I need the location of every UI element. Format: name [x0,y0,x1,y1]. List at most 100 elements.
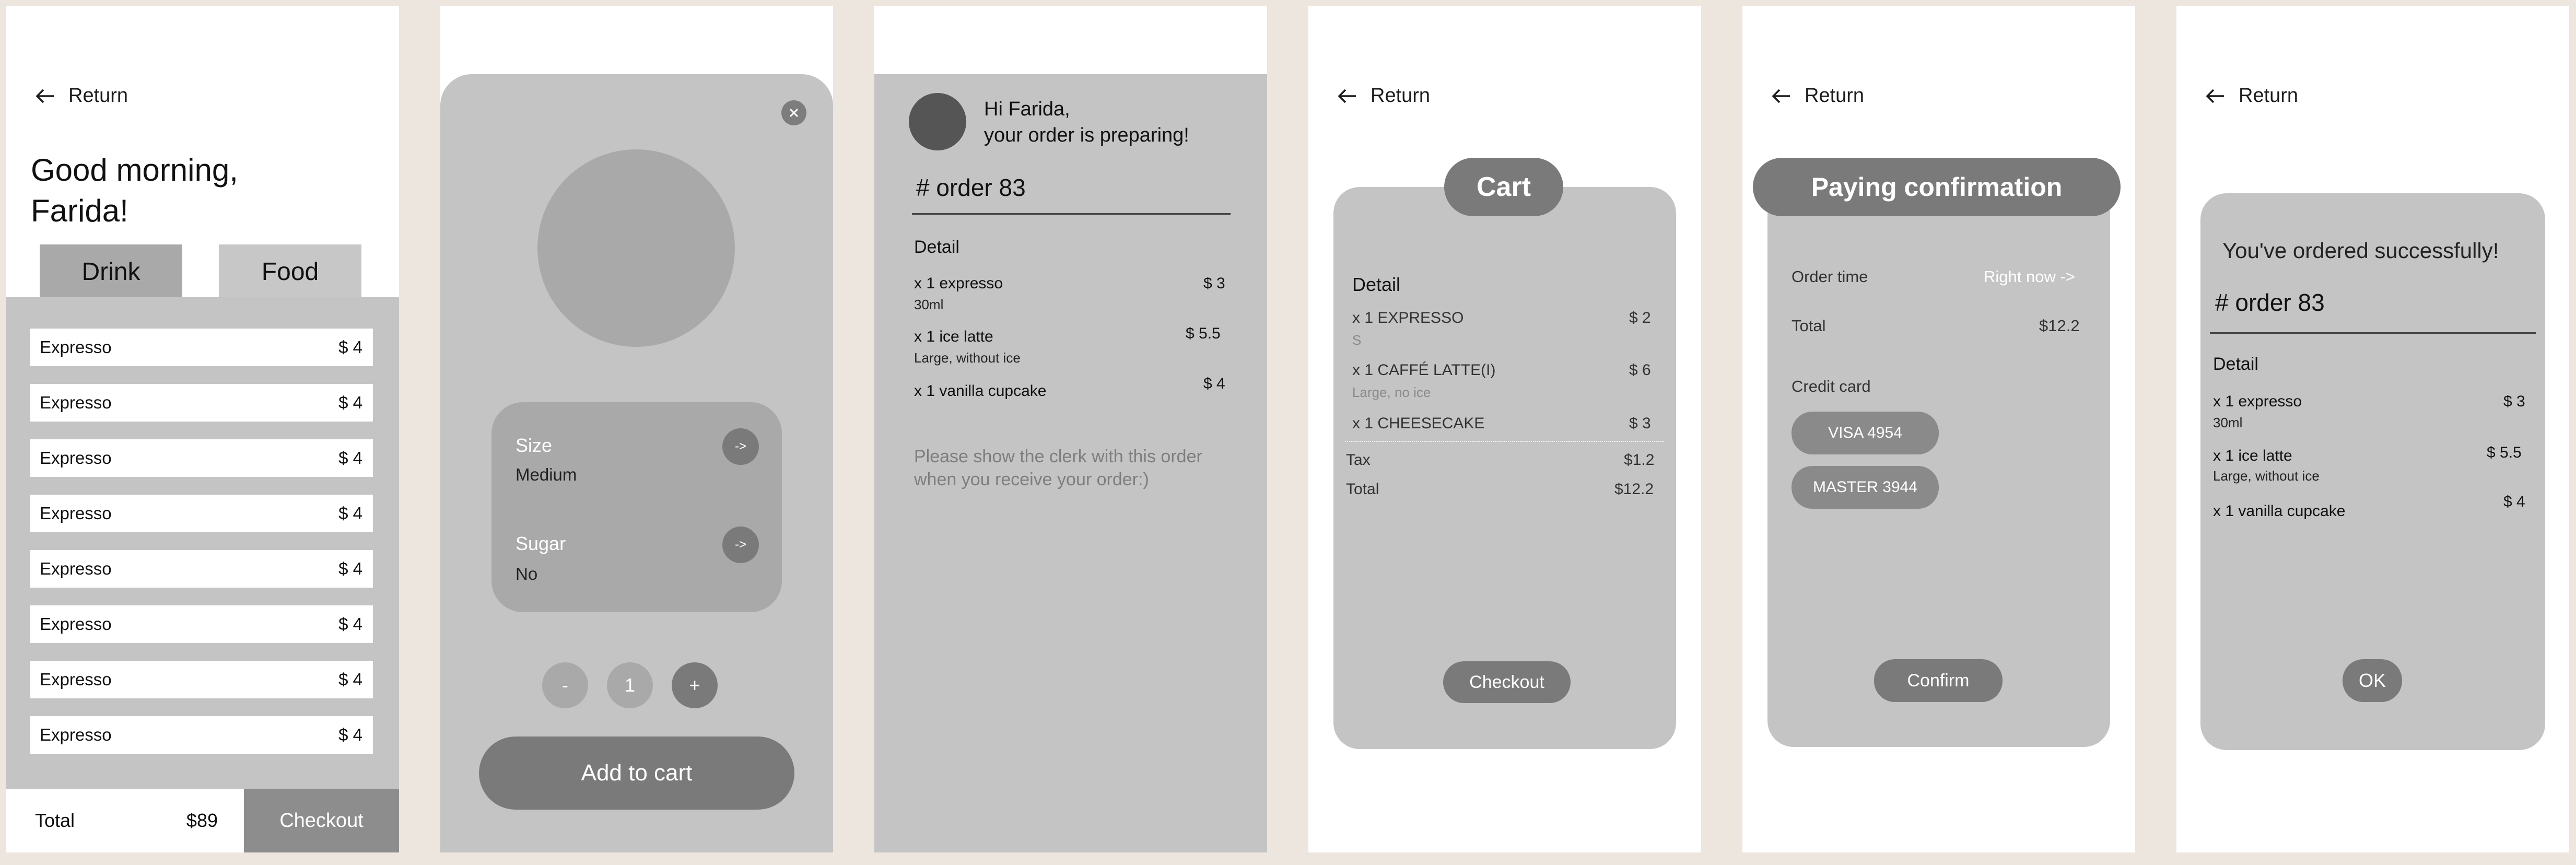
divider [2210,332,2536,334]
detail-label: Detail [2213,354,2258,374]
menu-list: Expresso $ 4 Expresso $ 4 Expresso $ 4 Expr… [6,297,399,789]
total-row: Total $89 [6,789,244,852]
item-name: Expresso [40,614,112,634]
checkout-button[interactable]: Checkout [244,789,399,852]
item-name: x 1 ice latte [2213,447,2292,464]
item-price: $ 4 [338,337,362,357]
confirm-button[interactable]: Confirm [1874,659,2003,702]
list-item[interactable]: Expresso $ 4 [30,384,373,422]
arrow-left-icon [1338,89,1356,103]
list-item[interactable]: Expresso $ 4 [30,661,373,698]
arrow-left-icon [2206,89,2224,103]
list-item[interactable]: Expresso $ 4 [30,605,373,643]
total-label: Total [35,810,75,831]
greeting-line1: Hi Farida, [984,98,1070,120]
item-name: Expresso [40,504,112,523]
item-price: $ 4 [338,614,362,634]
return-label: Return [1805,85,1865,107]
list-item[interactable]: Expresso $ 4 [30,716,373,754]
return-label: Return [2239,85,2299,107]
cart-screen: Return Cart Detail x 1 EXPRESSO S $ 2 x … [1308,6,1701,852]
sugar-arrow-button[interactable]: -> [722,527,759,563]
return-label: Return [68,85,128,107]
item-price: $ 2 [1629,309,1651,326]
order-time-link[interactable]: Right now -> [1984,267,2075,286]
detail-label: Detail [1352,274,1401,295]
list-item[interactable]: Expresso $ 4 [30,439,373,477]
ok-button[interactable]: OK [2343,659,2402,702]
payment-screen: Return Paying confirmation Order time Ri… [1742,6,2135,852]
item-name: x 1 CHEESECAKE [1352,415,1485,432]
sugar-value: No [516,564,538,583]
item-price: $ 5.5 [2487,444,2522,461]
total-label: Total [1792,317,1826,335]
order-title: # order 83 [2215,289,2325,316]
success-message: You've ordered successfully! [2222,238,2499,263]
order-time-label: Order time [1792,267,1868,286]
total-label: Total [1346,481,1379,498]
item-price: $ 3 [2503,393,2525,410]
divider [1345,441,1664,442]
item-price: $ 4 [338,559,362,578]
order-success-screen: Return You've ordered successfully! # or… [2176,6,2569,852]
item-name: Expresso [40,670,112,689]
item-price: $ 4 [338,448,362,467]
divider [912,213,1231,215]
payment-title: Paying confirmation [1753,158,2121,216]
item-price: $ 3 [1629,415,1651,432]
total-value: $12.2 [2039,317,2080,335]
item-price: $ 4 [2503,493,2525,510]
item-name: x 1 EXPRESSO [1352,309,1464,326]
item-note: S [1352,332,1362,348]
item-name: x 1 CAFFÉ LATTE(I) [1352,361,1496,379]
item-name: Expresso [40,393,112,412]
list-item[interactable]: Expresso $ 4 [30,329,373,366]
order-title: # order 83 [916,174,1026,201]
item-price: $ 4 [1203,375,1225,392]
tax-label: Tax [1346,451,1371,469]
total-value: $12.2 [1614,481,1654,498]
card-option-master[interactable]: MASTER 3944 [1792,466,1939,509]
size-label: Size [516,435,553,456]
size-arrow-button[interactable]: -> [722,428,759,465]
greeting: Good morning, Farida! [31,153,238,228]
item-price: $ 4 [338,393,362,412]
item-name: x 1 expresso [914,275,1003,292]
tax-value: $1.2 [1624,451,1655,469]
arrow-left-icon [1772,89,1790,103]
tab-food[interactable]: Food [219,244,361,299]
item-price: $ 4 [338,670,362,689]
item-price: $ 4 [338,504,362,523]
add-to-cart-button[interactable]: Add to cart [479,737,794,810]
decrease-button[interactable]: - [542,662,588,708]
credit-card-label: Credit card [1792,377,1871,395]
list-item[interactable]: Expresso $ 4 [30,495,373,532]
greeting-line2: your order is preparing! [984,124,1189,146]
return-button[interactable]: Return [2205,85,2298,107]
clerk-message: Please show the clerk with this order wh… [914,447,1202,489]
product-screen: Size Medium -> Sugar No -> - 1 + Add to … [440,6,833,852]
item-price: $ 5.5 [1186,325,1221,342]
top-strip [874,6,1267,74]
quantity-value: 1 [607,662,653,708]
return-button[interactable]: Return [1771,85,1864,107]
card-option-visa[interactable]: VISA 4954 [1792,412,1939,454]
return-button[interactable]: Return [35,85,128,107]
item-name: x 1 vanilla cupcake [2213,502,2346,520]
close-icon[interactable] [781,100,806,125]
sugar-label: Sugar [516,533,566,554]
list-item[interactable]: Expresso $ 4 [30,550,373,588]
item-name: Expresso [40,725,112,744]
checkout-button[interactable]: Checkout [1443,661,1571,703]
order-status-screen: Hi Farida, your order is preparing! # or… [874,6,1267,852]
item-name: x 1 ice latte [914,328,993,345]
item-note: 30ml [914,297,944,312]
return-button[interactable]: Return [1337,85,1430,107]
item-name: Expresso [40,337,112,357]
item-note: Large, no ice [1352,384,1431,400]
tab-drink[interactable]: Drink [40,244,182,299]
item-name: Expresso [40,559,112,578]
increase-button[interactable]: + [672,662,718,708]
item-name: x 1 vanilla cupcake [914,382,1047,400]
size-value: Medium [516,465,577,484]
